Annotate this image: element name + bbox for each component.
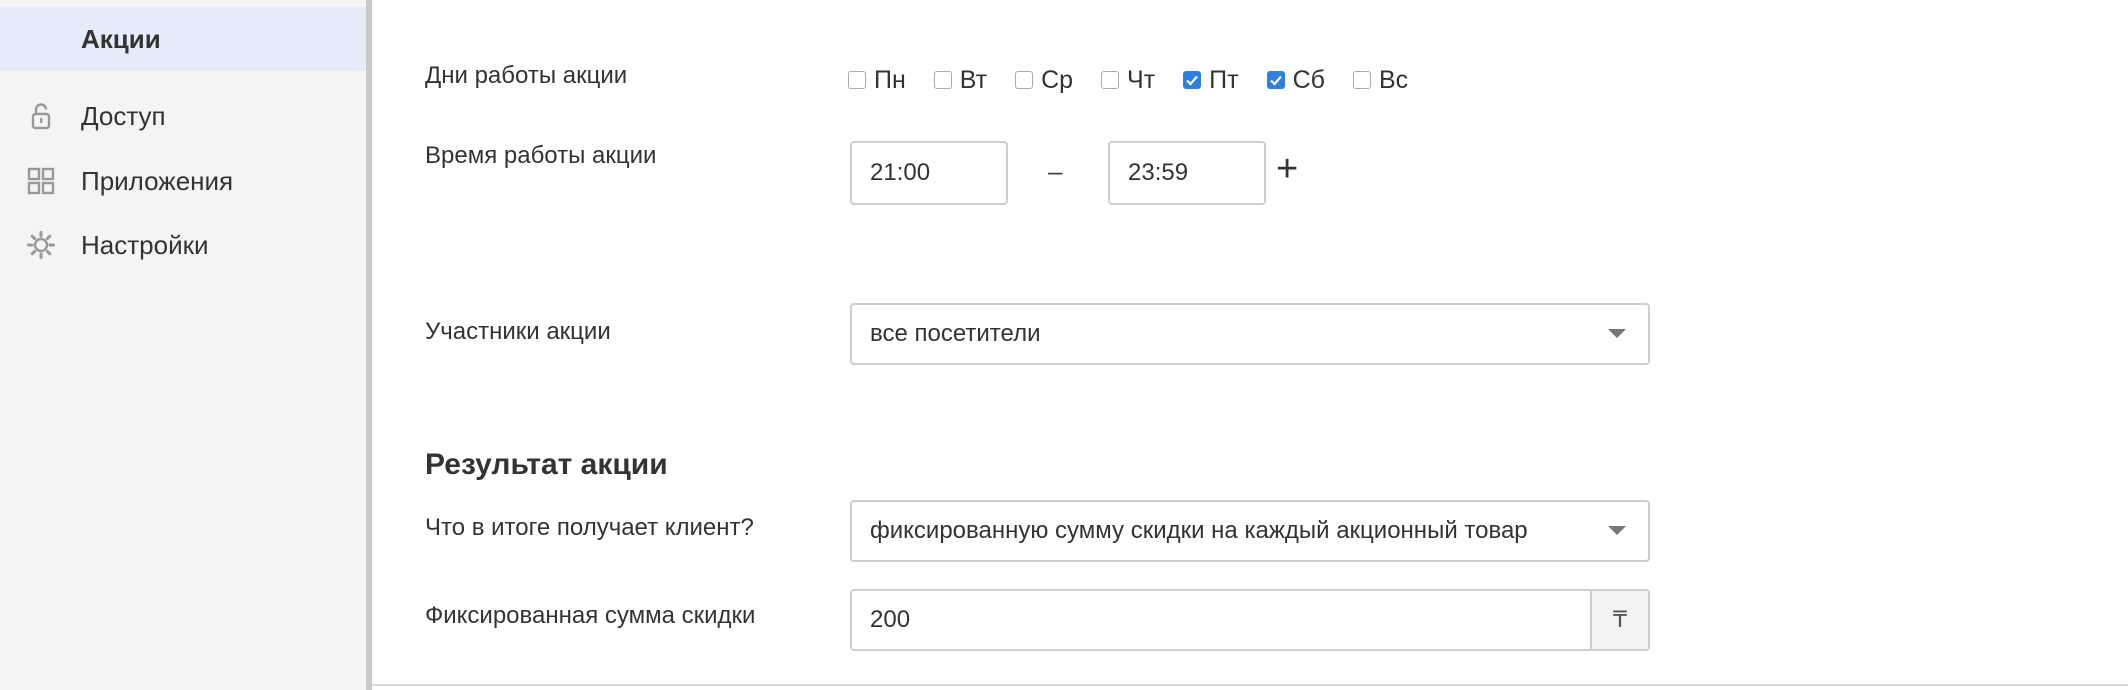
participants-label: Участники акции <box>425 318 611 345</box>
day-label: Вт <box>959 65 988 94</box>
sidebar-item-settings[interactable]: Настройки <box>0 213 366 277</box>
time-label: Время работы акции <box>425 142 657 169</box>
day-checkbox-tue[interactable]: Вт <box>933 65 988 95</box>
checkbox[interactable] <box>1183 71 1202 89</box>
day-checkbox-thu[interactable]: Чт <box>1101 66 1155 95</box>
checkbox[interactable] <box>1015 71 1034 89</box>
sidebar-item-label: Приложения <box>81 165 234 196</box>
day-label: Ср <box>1041 65 1074 94</box>
checkbox[interactable] <box>848 71 866 89</box>
client-gets-select[interactable]: фиксированную сумму скидки на каждый акц… <box>850 500 1650 562</box>
day-checkbox-mon[interactable]: Пн <box>848 66 906 95</box>
sidebar-item-label: Акции <box>81 23 161 54</box>
days-checkbox-group: Пн Вт Ср Чт Пт Сб Вс <box>848 62 1436 98</box>
add-time-button[interactable]: + <box>1276 150 1298 188</box>
day-checkbox-sun[interactable]: Вс <box>1352 65 1409 95</box>
day-label: Пн <box>874 65 906 94</box>
chevron-down-icon <box>1608 526 1626 535</box>
day-label: Чт <box>1127 65 1156 94</box>
result-section-title: Результат акции <box>425 448 668 481</box>
time-to-input[interactable]: 23:59 <box>1108 141 1266 205</box>
currency-addon: ₸ <box>1590 591 1648 649</box>
day-label: Пт <box>1209 65 1239 94</box>
fixed-discount-value: 200 <box>870 606 911 633</box>
checkbox[interactable] <box>1352 71 1371 89</box>
day-checkbox-sat[interactable]: Сб <box>1266 65 1325 95</box>
day-checkbox-fri[interactable]: Пт <box>1183 65 1239 95</box>
time-separator: – <box>1048 156 1063 186</box>
sidebar-item-apps[interactable]: Приложения <box>0 149 366 213</box>
day-label: Сб <box>1292 65 1325 94</box>
checkbox[interactable] <box>933 71 952 89</box>
days-label: Дни работы акции <box>425 62 628 89</box>
fixed-discount-label: Фиксированная сумма скидки <box>425 602 756 629</box>
participants-select[interactable]: все посетители <box>850 303 1650 365</box>
sidebar: Акции Доступ Приложения Настройки <box>0 0 366 690</box>
time-from-input[interactable]: 21:00 <box>850 141 1008 205</box>
checkbox[interactable] <box>1101 71 1120 89</box>
participants-value: все посетители <box>870 320 1041 347</box>
sidebar-item-access[interactable]: Доступ <box>0 84 366 148</box>
gear-icon <box>26 230 56 260</box>
client-gets-value: фиксированную сумму скидки на каждый акц… <box>870 517 1528 544</box>
day-checkbox-wed[interactable]: Ср <box>1015 66 1073 95</box>
fixed-discount-input[interactable]: 200 ₸ <box>850 589 1650 651</box>
lock-icon <box>26 101 56 131</box>
day-label: Вс <box>1378 65 1409 94</box>
sidebar-item-label: Настройки <box>81 229 209 260</box>
grid-icon <box>26 166 56 196</box>
checkbox[interactable] <box>1266 71 1285 89</box>
client-gets-label: Что в итоге получает клиент? <box>425 514 754 541</box>
sidebar-item-promotions[interactable]: Акции <box>0 7 366 71</box>
footer-divider <box>372 684 2128 686</box>
promotion-form: Дни работы акции Пн Вт Ср Чт Пт Сб Вс Вр… <box>372 0 2128 690</box>
chevron-down-icon <box>1608 329 1626 338</box>
sidebar-item-label: Доступ <box>81 100 166 131</box>
